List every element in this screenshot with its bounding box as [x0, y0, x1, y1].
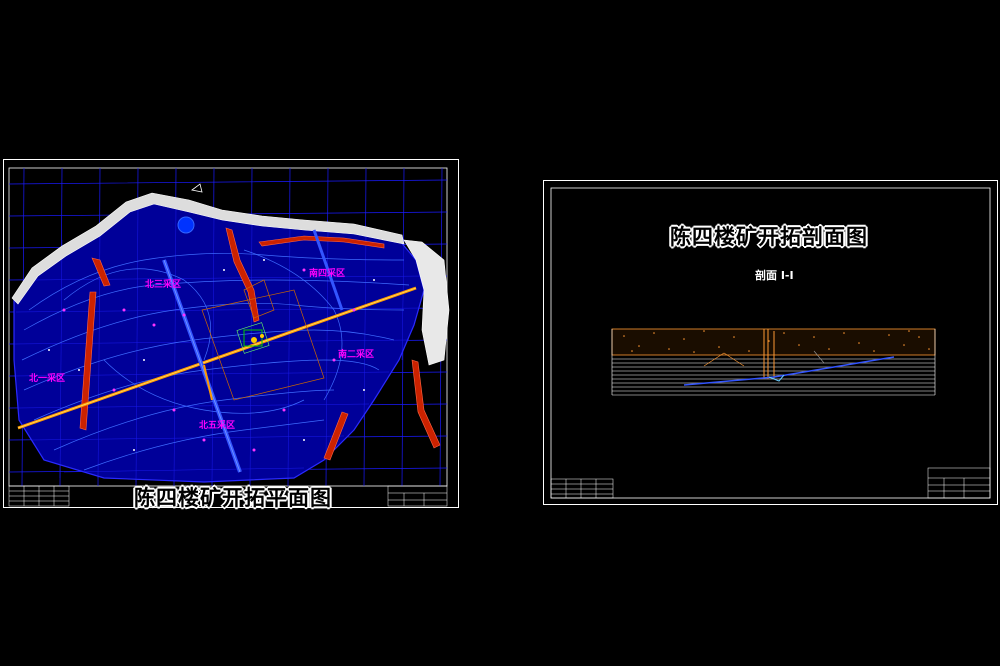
zone-label-north-1: 北一采区: [29, 374, 66, 384]
zone-label-north-3: 北三采区: [145, 280, 182, 290]
plan-drawing: [8, 167, 450, 507]
plan-sheet: 北三采区 南四采区 北一采区 南二采区 北五采区 陈四楼矿开拓平面图: [3, 159, 459, 510]
plan-title-block: [387, 485, 448, 507]
zone-label-south-4: 南四采区: [309, 269, 346, 279]
reservoir-icon: [177, 216, 195, 234]
zone-label-north-5: 北五采区: [199, 421, 236, 431]
section-legend-table: [550, 478, 614, 499]
section-title: 陈四楼矿开拓剖面图: [670, 225, 868, 249]
section-sheet: 陈四楼矿开拓剖面图 剖面 I-I: [543, 180, 998, 505]
zone-label-south-2: 南二采区: [338, 350, 375, 360]
north-arrow-icon: [191, 183, 203, 193]
section-subtitle: 剖面 I-I: [755, 269, 794, 282]
section-title-block: [927, 467, 991, 499]
plan-legend-table: [8, 485, 70, 507]
plan-title: 陈四楼矿开拓平面图: [134, 486, 332, 510]
